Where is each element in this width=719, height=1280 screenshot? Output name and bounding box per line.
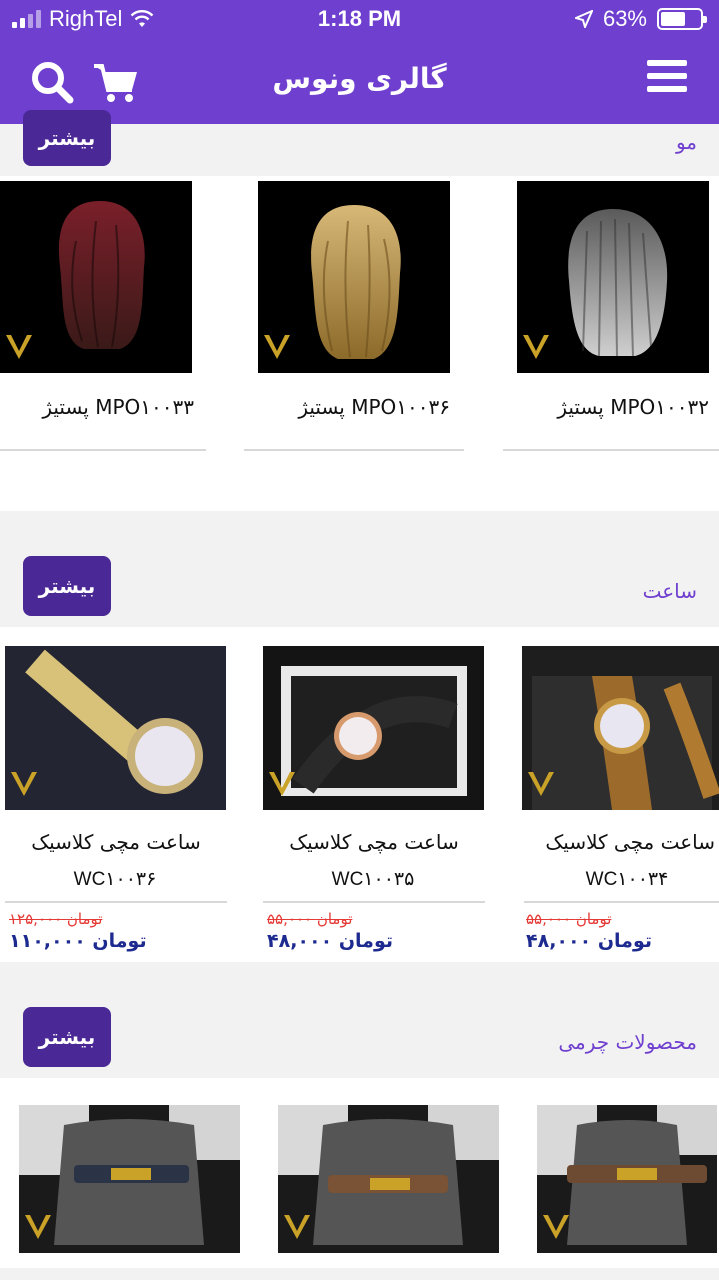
section-title: مو — [675, 130, 697, 154]
product-card[interactable]: پستیژ MPO۱۰۰۳۶ — [244, 181, 468, 456]
product-card[interactable]: پستیژ MPO۱۰۰۳۲ — [503, 181, 719, 456]
venus-logo-icon — [25, 1215, 51, 1239]
venus-logo-icon — [264, 335, 290, 359]
menu-icon — [647, 60, 687, 92]
product-image — [278, 1105, 499, 1253]
divider — [524, 901, 719, 903]
product-code: WC۱۰۰۳۶ — [73, 869, 157, 890]
price: ۱۱۰,۰۰۰ تومان — [9, 930, 147, 952]
product-name: پستیژ MPO۱۰۰۳۲ — [557, 395, 709, 419]
section-title: ساعت — [642, 579, 697, 603]
divider — [263, 901, 485, 903]
product-name: ساعت مچی کلاسیک — [31, 830, 201, 854]
more-button[interactable]: بیشتر — [23, 556, 111, 616]
more-button[interactable]: بیشتر — [23, 1007, 111, 1067]
location-arrow-icon — [574, 10, 593, 28]
battery-icon — [657, 8, 707, 30]
status-right: 63% — [574, 6, 707, 32]
product-image — [0, 181, 192, 373]
section-header-hair: بیشتر مو — [0, 110, 719, 176]
venus-logo-icon — [11, 772, 37, 796]
more-button[interactable]: بیشتر — [23, 110, 111, 166]
old-price: ۵۵,۰۰۰ تومان — [267, 910, 353, 928]
product-code: WC۱۰۰۳۴ — [585, 869, 669, 890]
app-title: گالری ونوس — [272, 62, 447, 95]
bottom-band — [0, 1268, 719, 1280]
venus-logo-icon — [543, 1215, 569, 1239]
price: ۴۸,۰۰۰ تومان — [267, 930, 393, 952]
product-image — [517, 181, 709, 373]
section-title: محصولات چرمی — [558, 1030, 697, 1054]
product-image — [522, 646, 719, 810]
venus-logo-icon — [284, 1215, 310, 1239]
price: ۴۸,۰۰۰ تومان — [526, 930, 652, 952]
product-image — [263, 646, 484, 810]
status-bar: RighTel 1:18 PM 63% — [0, 0, 719, 40]
menu-button[interactable] — [645, 56, 693, 104]
product-card[interactable] — [278, 1105, 499, 1253]
venus-logo-icon — [523, 335, 549, 359]
divider — [0, 449, 206, 451]
venus-logo-icon — [269, 772, 295, 796]
venus-logo-icon — [6, 335, 32, 359]
product-card[interactable] — [19, 1105, 240, 1253]
venus-logo-icon — [528, 772, 554, 796]
product-code: WC۱۰۰۳۵ — [331, 869, 415, 890]
product-name: ساعت مچی کلاسیک — [545, 830, 715, 854]
product-image — [5, 646, 226, 810]
battery-percent: 63% — [602, 6, 647, 31]
product-name: پستیژ MPO۱۰۰۳۳ — [42, 395, 194, 419]
product-name: ساعت مچی کلاسیک — [289, 830, 459, 854]
product-card[interactable]: ساعت مچی کلاسیک WC۱۰۰۳۶ ۱۲۵,۰۰۰ تومان ۱۱… — [5, 646, 227, 962]
product-card[interactable]: ساعت مچی کلاسیک WC۱۰۰۳۴ ۵۵,۰۰۰ تومان ۴۸,… — [522, 646, 719, 962]
product-image — [258, 181, 450, 373]
product-card[interactable] — [537, 1105, 717, 1253]
divider — [5, 901, 227, 903]
product-image — [19, 1105, 240, 1253]
divider — [244, 449, 464, 451]
section-header-leather: بیشتر محصولات چرمی — [0, 962, 719, 1078]
product-card[interactable]: ساعت مچی کلاسیک WC۱۰۰۳۵ ۵۵,۰۰۰ تومان ۴۸,… — [263, 646, 485, 962]
product-card[interactable]: پستیژ MPO۱۰۰۳۳ — [0, 181, 210, 456]
product-image — [537, 1105, 717, 1253]
old-price: ۱۲۵,۰۰۰ تومان — [9, 910, 103, 928]
divider — [503, 449, 719, 451]
section-header-watch: بیشتر ساعت — [0, 511, 719, 627]
old-price: ۵۵,۰۰۰ تومان — [526, 910, 612, 928]
product-name: پستیژ MPO۱۰۰۳۶ — [298, 395, 450, 419]
